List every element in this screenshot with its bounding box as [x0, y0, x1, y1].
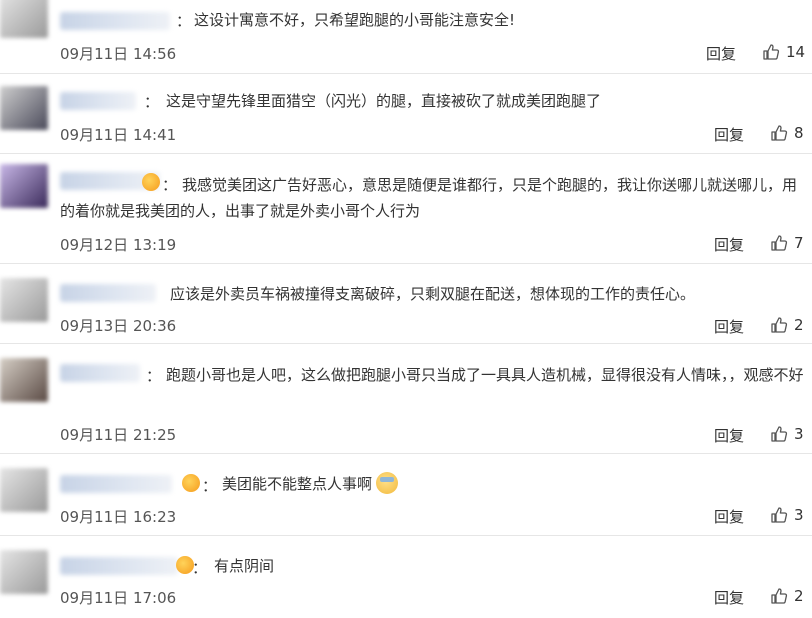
avatar[interactable]	[0, 86, 48, 130]
comment-text: 这是守望先锋里面猎空（闪光）的腿，直接被砍了就成美团跑腿了	[166, 92, 602, 110]
comment-time: 09月11日 14:41	[60, 126, 177, 144]
thumbs-up-icon	[770, 316, 788, 334]
like-button[interactable]: 7	[770, 234, 804, 252]
comment-time: 09月11日 21:25	[60, 426, 177, 444]
like-button[interactable]: 8	[770, 124, 804, 142]
thumbs-up-icon	[762, 43, 780, 61]
comment-item: 应该是外卖员车祸被撞得支离破碎，只剩双腿在配送，想体现的工作的责任心。 09月1…	[0, 264, 812, 344]
thumbs-up-icon	[770, 506, 788, 524]
like-button[interactable]: 3	[770, 506, 804, 524]
vip-badge-icon	[182, 474, 200, 492]
comment-item: ： 美团能不能整点人事啊 09月11日 16:23 回复 3	[0, 454, 812, 536]
comment-text: 我感觉美团这广告好恶心，意思是随便是谁都行，只是个跑腿的，我让你送哪儿就送哪儿，…	[60, 176, 798, 220]
reply-button[interactable]: 回复	[714, 234, 744, 255]
comment-item: ： 有点阴间 09月11日 17:06 回复 2	[0, 536, 812, 618]
username[interactable]	[60, 557, 178, 575]
avatar[interactable]	[0, 0, 48, 38]
avatar[interactable]	[0, 278, 48, 322]
reply-button[interactable]: 回复	[714, 316, 744, 337]
comment-text: 有点阴间	[214, 557, 275, 575]
like-count: 8	[794, 124, 804, 142]
comment-time: 09月11日 14:56	[60, 45, 177, 63]
thumbs-up-icon	[770, 587, 788, 605]
like-button[interactable]: 2	[770, 587, 804, 605]
mask-face-emoji-icon	[376, 472, 399, 494]
comment-text: 跑题小哥也是人吧，这么做把跑腿小哥只当成了一具具人造机械，显得很没有人情味，，观…	[166, 366, 804, 384]
reply-button[interactable]: 回复	[714, 124, 744, 145]
comment-time: 09月11日 16:23	[60, 508, 177, 526]
avatar[interactable]	[0, 550, 48, 594]
like-count: 2	[794, 316, 804, 334]
reply-button[interactable]: 回复	[706, 43, 736, 64]
colon: ：	[202, 477, 218, 495]
comment-time: 09月11日 17:06	[60, 589, 177, 607]
comment-list: ： 这设计寓意不好，只希望跑腿的小哥能注意安全! 09月11日 14:56 回复…	[0, 0, 812, 618]
comment-text: 美团能不能整点人事啊	[222, 475, 373, 493]
comment-item: ： 我感觉美团这广告好恶心，意思是随便是谁都行，只是个跑腿的，我让你送哪儿就送哪…	[0, 154, 812, 264]
comment-text-row: 美团能不能整点人事啊	[222, 471, 399, 497]
colon: ：	[144, 93, 160, 111]
like-button[interactable]: 2	[770, 316, 804, 334]
like-count: 2	[794, 587, 804, 605]
username[interactable]	[60, 12, 170, 30]
comment-item: ： 跑题小哥也是人吧，这么做把跑腿小哥只当成了一具具人造机械，显得很没有人情味，…	[0, 344, 812, 454]
like-count: 14	[786, 43, 806, 61]
like-button[interactable]: 14	[762, 43, 805, 61]
like-count: 3	[794, 425, 804, 443]
comment-time: 09月12日 13:19	[60, 236, 177, 254]
thumbs-up-icon	[770, 425, 788, 443]
thumbs-up-icon	[770, 234, 788, 252]
avatar[interactable]	[0, 468, 48, 512]
like-button[interactable]: 3	[770, 425, 804, 443]
colon: ：	[192, 559, 208, 577]
reply-button[interactable]: 回复	[714, 425, 744, 446]
username[interactable]	[60, 475, 172, 493]
like-count: 3	[794, 506, 804, 524]
username[interactable]	[60, 284, 156, 302]
username[interactable]	[60, 92, 136, 110]
comment-text: 应该是外卖员车祸被撞得支离破碎，只剩双腿在配送，想体现的工作的责任心。	[170, 285, 696, 303]
comment-item: ： 这是守望先锋里面猎空（闪光）的腿，直接被砍了就成美团跑腿了 09月11日 1…	[0, 74, 812, 154]
avatar[interactable]	[0, 164, 48, 208]
reply-button[interactable]: 回复	[714, 506, 744, 527]
comment-item: ： 这设计寓意不好，只希望跑腿的小哥能注意安全! 09月11日 14:56 回复…	[0, 0, 812, 74]
comment-time: 09月13日 20:36	[60, 317, 177, 335]
comment-text: 这设计寓意不好，只希望跑腿的小哥能注意安全!	[194, 11, 516, 29]
colon: ：	[176, 12, 192, 30]
thumbs-up-icon	[770, 124, 788, 142]
reply-button[interactable]: 回复	[714, 587, 744, 608]
like-count: 7	[794, 234, 804, 252]
